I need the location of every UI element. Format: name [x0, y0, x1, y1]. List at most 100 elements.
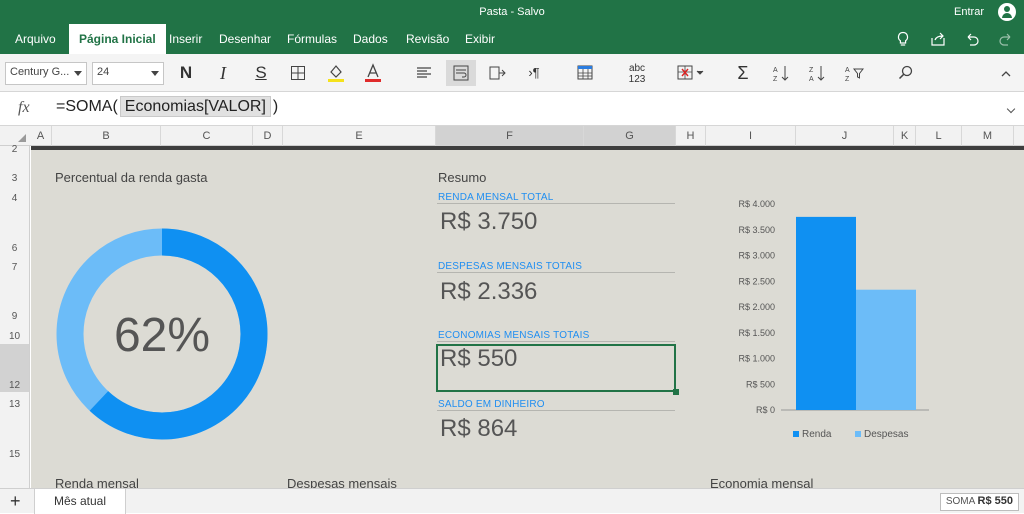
- sign-in-link[interactable]: Entrar: [954, 6, 984, 18]
- y-tick-label: R$ 2.000: [738, 302, 775, 312]
- collapse-ribbon-icon[interactable]: [992, 60, 1020, 86]
- wrap-text-icon[interactable]: [446, 60, 476, 86]
- kpi-divider: [437, 410, 675, 411]
- column-header[interactable]: J: [796, 126, 894, 146]
- text-direction-icon[interactable]: ›¶: [520, 60, 548, 86]
- formula-bar[interactable]: fx =SOMA(Economias[VALOR]): [0, 92, 1024, 126]
- tab-dados[interactable]: Dados: [343, 24, 398, 54]
- column-header[interactable]: D: [253, 126, 283, 146]
- undo-icon[interactable]: [964, 31, 980, 47]
- font-name-value: Century G...: [10, 66, 70, 78]
- align-left-icon[interactable]: [410, 60, 438, 86]
- bar-renda[interactable]: [796, 216, 856, 410]
- borders-icon[interactable]: [284, 60, 312, 86]
- tab-pagina-inicial[interactable]: Página Inicial: [69, 24, 166, 54]
- redo-icon[interactable]: [998, 31, 1014, 47]
- kpi-value-renda[interactable]: R$ 3.750: [440, 208, 537, 236]
- sort-descending-icon[interactable]: ZA: [803, 60, 831, 86]
- column-header[interactable]: M: [962, 126, 1014, 146]
- tab-exibir[interactable]: Exibir: [455, 24, 505, 54]
- row-header[interactable]: 3: [0, 173, 29, 184]
- lightbulb-icon[interactable]: [895, 31, 911, 47]
- insert-delete-cells-icon[interactable]: [674, 60, 708, 86]
- svg-text:A: A: [773, 67, 778, 74]
- column-header[interactable]: A: [30, 126, 52, 146]
- column-header[interactable]: L: [916, 126, 962, 146]
- kpi-divider: [437, 272, 675, 273]
- search-icon[interactable]: [892, 60, 920, 86]
- y-tick-label: R$ 4.000: [738, 199, 775, 209]
- avatar-icon[interactable]: [998, 3, 1016, 21]
- row-header[interactable]: 12: [0, 380, 29, 391]
- kpi-label-saldo: SALDO EM DINHEIRO: [438, 399, 545, 410]
- row-headers: 2 3 4 6 7 9 10 12 13 15: [0, 144, 30, 488]
- y-tick-label: R$ 1.500: [738, 328, 775, 338]
- fx-icon[interactable]: fx: [18, 99, 30, 117]
- row-header[interactable]: 15: [0, 449, 29, 460]
- tab-arquivo[interactable]: Arquivo: [5, 24, 66, 54]
- legend-label: Renda: [802, 429, 832, 440]
- donut-percent: 62%: [114, 309, 210, 362]
- bar-despesas[interactable]: [856, 289, 916, 410]
- chevron-down-icon: [74, 71, 82, 76]
- tab-formulas[interactable]: Fórmulas: [277, 24, 347, 54]
- y-tick-label: R$ 1.000: [738, 354, 775, 364]
- expand-formula-icon[interactable]: [1006, 104, 1016, 114]
- kpi-value-saldo[interactable]: R$ 864: [440, 415, 517, 443]
- bar-chart[interactable]: R$ 4.000 R$ 3.500 R$ 3.000 R$ 2.500 R$ 2.000…: [681, 192, 981, 442]
- share-icon[interactable]: [930, 31, 946, 47]
- column-headers: A B C D E F G H I J K L M: [0, 126, 1024, 146]
- column-header[interactable]: C: [161, 126, 253, 146]
- column-header[interactable]: I: [706, 126, 796, 146]
- underline-button[interactable]: S: [247, 60, 275, 86]
- kpi-value-despesas[interactable]: R$ 2.336: [440, 278, 537, 306]
- tab-revisao[interactable]: Revisão: [396, 24, 459, 54]
- sort-ascending-icon[interactable]: AZ: [767, 60, 795, 86]
- row-header[interactable]: 7: [0, 262, 29, 273]
- fill-color-icon[interactable]: [322, 60, 350, 86]
- donut-chart[interactable]: 62%: [47, 219, 277, 449]
- fill-handle[interactable]: [673, 389, 679, 395]
- filter-icon[interactable]: AZ: [840, 60, 868, 86]
- row-header[interactable]: 4: [0, 193, 29, 204]
- merge-cells-icon[interactable]: [484, 60, 512, 86]
- number-format-button[interactable]: abc 123: [620, 60, 654, 86]
- row-header[interactable]: 6: [0, 243, 29, 254]
- tab-inserir[interactable]: Inserir: [159, 24, 212, 54]
- kpi-label-despesas: DESPESAS MENSAIS TOTAIS: [438, 261, 583, 272]
- select-all-icon[interactable]: [0, 126, 30, 146]
- font-size-value: 24: [97, 66, 110, 78]
- row-header[interactable]: 9: [0, 311, 29, 322]
- summary-title: Resumo: [438, 170, 487, 185]
- svg-text:A: A: [809, 76, 814, 82]
- italic-button[interactable]: I: [209, 60, 237, 86]
- column-header[interactable]: H: [676, 126, 706, 146]
- active-cell-selection[interactable]: [436, 344, 676, 392]
- kpi-divider: [437, 341, 675, 342]
- column-header-selected[interactable]: G: [584, 126, 676, 146]
- column-header-selected[interactable]: F: [436, 126, 584, 146]
- font-size-select[interactable]: 24: [92, 62, 164, 85]
- formula-input[interactable]: =SOMA(Economias[VALOR]): [56, 96, 279, 117]
- row-header[interactable]: 10: [0, 331, 29, 342]
- worksheet-grid[interactable]: Percentual da renda gasta 62% Resumo REN…: [31, 146, 1024, 488]
- row-header[interactable]: 13: [0, 399, 29, 410]
- column-header[interactable]: K: [894, 126, 916, 146]
- y-tick-label: R$ 0: [756, 405, 775, 415]
- svg-text:A: A: [845, 67, 850, 74]
- font-color-icon[interactable]: [359, 60, 387, 86]
- y-tick-label: R$ 500: [746, 379, 775, 389]
- status-value: R$ 550: [977, 495, 1013, 507]
- format-table-icon[interactable]: [572, 60, 600, 86]
- formula-suffix: ): [272, 98, 279, 115]
- tab-desenhar[interactable]: Desenhar: [209, 24, 281, 54]
- sheet-tab[interactable]: Mês atual: [34, 489, 126, 514]
- bold-button[interactable]: N: [172, 60, 200, 86]
- font-name-select[interactable]: Century G...: [5, 62, 87, 85]
- autosum-button[interactable]: Σ: [729, 60, 757, 86]
- add-sheet-icon[interactable]: +: [10, 491, 21, 512]
- row-header[interactable]: 2: [0, 144, 29, 155]
- column-header[interactable]: B: [52, 126, 161, 146]
- legend-label: Despesas: [864, 429, 908, 440]
- column-header[interactable]: E: [283, 126, 436, 146]
